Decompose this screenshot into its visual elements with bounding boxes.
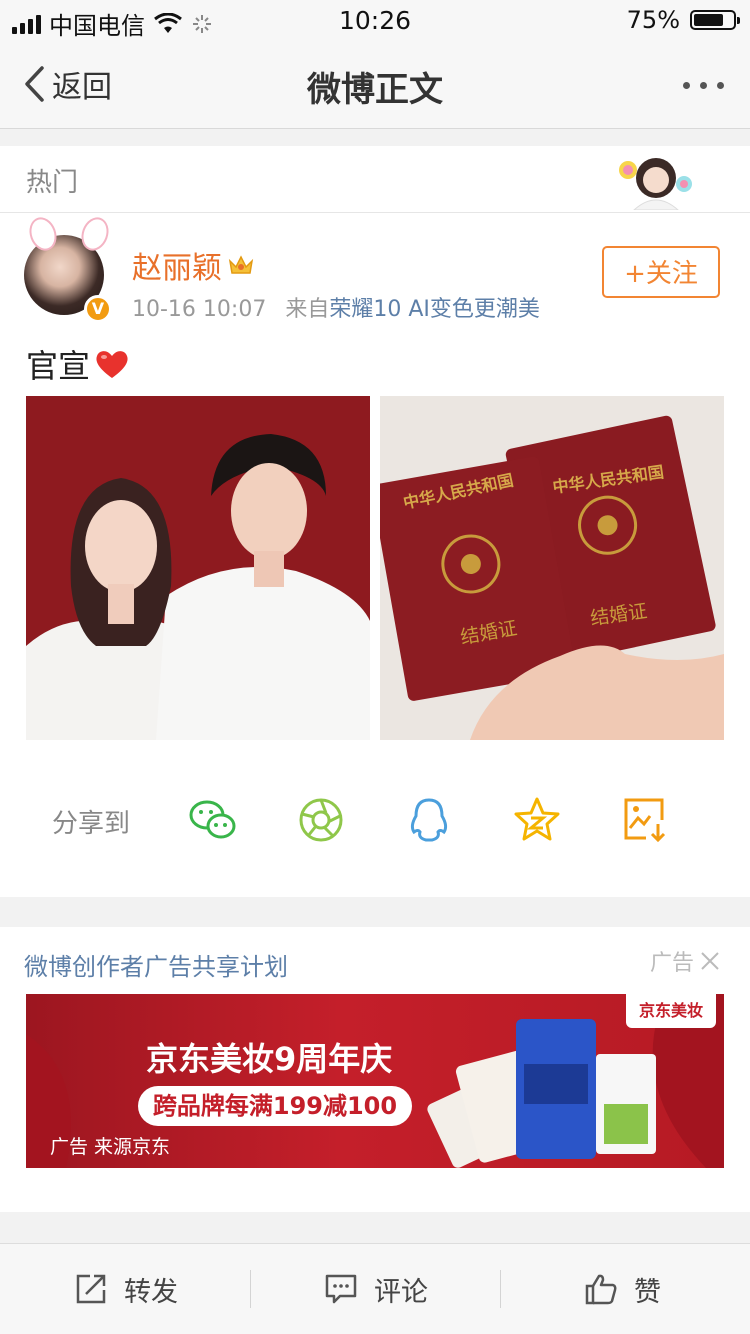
share-row: 分享到 [0, 788, 750, 858]
comment-button[interactable]: 评论 [324, 1244, 428, 1334]
nav-bar: 返回 微博正文 [0, 40, 750, 129]
decorative-avatar-icon [619, 158, 692, 210]
battery-icon [690, 10, 740, 30]
wechat-icon[interactable] [188, 796, 238, 844]
user-avatar[interactable]: V [24, 213, 114, 323]
qq-icon[interactable] [404, 796, 454, 844]
ad-tag[interactable]: 广告 [650, 945, 720, 977]
heart-emoji-icon [96, 351, 128, 378]
hot-section-header: 热门 [0, 146, 750, 213]
bottom-toolbar: 转发 评论 赞 [0, 1244, 750, 1334]
follow-button[interactable]: +关注 [602, 246, 720, 298]
post-text: 官宣 [26, 341, 130, 387]
verified-badge: V [84, 295, 112, 323]
close-icon[interactable] [700, 951, 720, 971]
page-title: 微博正文 [307, 70, 443, 110]
ad-tag-label: 广告 [649, 951, 694, 976]
ad-card: 微博创作者广告共享计划 广告 京东美妆9周年庆 跨品牌每满199减100 广告 … [0, 927, 750, 1212]
comment-label: 评论 [374, 1276, 428, 1308]
toolbar-separator [250, 1270, 251, 1308]
repost-button[interactable]: 转发 [74, 1244, 178, 1334]
battery-percent: 75% [626, 6, 680, 34]
username[interactable]: 赵丽颖 [132, 243, 254, 287]
ad-banner[interactable]: 京东美妆9周年庆 跨品牌每满199减100 广告 来源京东 京东美妆 [26, 994, 724, 1168]
ad-program-link[interactable]: 微博创作者广告共享计划 [24, 947, 288, 982]
post-text-content: 官宣 [26, 347, 91, 385]
post-meta: 10-16 10:07 来自荣耀10 AI变色更潮美 [132, 291, 540, 323]
thumbs-up-icon [585, 1274, 617, 1305]
post-source-link[interactable]: 荣耀10 AI变色更潮美 [329, 297, 540, 322]
like-label: 赞 [634, 1276, 661, 1308]
couple-photo-icon [26, 396, 370, 740]
post-time: 10-16 10:07 [132, 297, 267, 322]
moments-icon[interactable] [296, 796, 346, 844]
like-button[interactable]: 赞 [584, 1244, 661, 1334]
qzone-star-icon[interactable] [512, 796, 562, 844]
post-image-marriage-certificates[interactable]: 中华人民共和国 中华人民共和国 结婚证 结婚证 [380, 396, 724, 740]
banner-offer: 跨品牌每满199减100 [138, 1086, 412, 1126]
comment-icon [325, 1274, 357, 1304]
from-prefix: 来自 [285, 297, 330, 322]
username-text: 赵丽颖 [132, 251, 222, 286]
post-image-wedding-photo[interactable] [26, 396, 370, 740]
hot-label: 热门 [26, 168, 79, 198]
jd-brand-logo: 京东美妆 [626, 994, 716, 1028]
repost-label: 转发 [124, 1276, 178, 1308]
post-card: V 赵丽颖 10-16 10:07 来自荣耀10 AI变色更潮美 +关注 官宣 [0, 213, 750, 897]
certificate-photo-icon [380, 396, 724, 740]
banner-headline: 京东美妆9周年庆 [146, 1040, 393, 1078]
status-bar: 中国电信 10:26 75% [0, 0, 750, 40]
share-label: 分享到 [52, 809, 131, 839]
banner-source: 广告 来源京东 [50, 1136, 171, 1158]
save-image-icon[interactable] [620, 796, 670, 844]
crown-icon [228, 255, 254, 274]
repost-icon [76, 1274, 106, 1304]
more-options-button[interactable] [683, 82, 724, 89]
toolbar-separator [500, 1270, 501, 1308]
